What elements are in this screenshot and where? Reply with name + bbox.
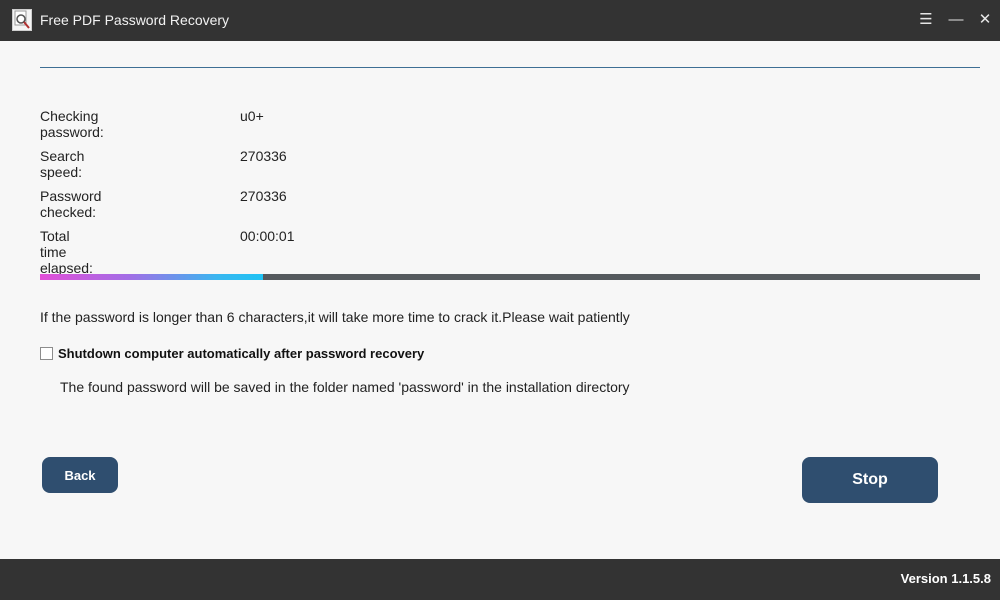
stat-value: 270336 (240, 148, 287, 164)
stat-label: Total time elapsed: (40, 228, 93, 276)
app-title: Free PDF Password Recovery (40, 12, 230, 28)
title-bar: Free PDF Password Recovery ☰ — ✕ (0, 0, 1000, 41)
version-label: Version 1.1.5.8 (900, 571, 991, 586)
hamburger-menu-icon[interactable]: ☰ (915, 8, 937, 30)
stop-button[interactable]: Stop (802, 457, 938, 503)
minimize-icon[interactable]: — (945, 8, 967, 30)
shutdown-option[interactable]: Shutdown computer automatically after pa… (40, 346, 424, 361)
shutdown-label: Shutdown computer automatically after pa… (58, 346, 425, 361)
back-button[interactable]: Back (42, 457, 118, 493)
header-divider (40, 67, 980, 68)
patience-notice: If the password is longer than 6 charact… (40, 309, 630, 325)
stat-label: Search speed: (40, 148, 85, 180)
close-icon[interactable]: ✕ (974, 8, 996, 30)
stat-label: Password checked: (40, 188, 102, 220)
stat-label: Checking password: (40, 108, 104, 140)
status-footer: Version 1.1.5.8 (0, 559, 1000, 600)
stat-value: 270336 (240, 188, 287, 204)
stat-value: 00:00:01 (240, 228, 295, 244)
progress-bar (40, 274, 980, 280)
magnifier-document-icon (12, 9, 32, 31)
progress-bar-fill (40, 274, 263, 280)
saved-location-note: The found password will be saved in the … (60, 379, 630, 395)
stat-value: u0+ (240, 108, 264, 124)
shutdown-checkbox[interactable] (40, 347, 53, 360)
